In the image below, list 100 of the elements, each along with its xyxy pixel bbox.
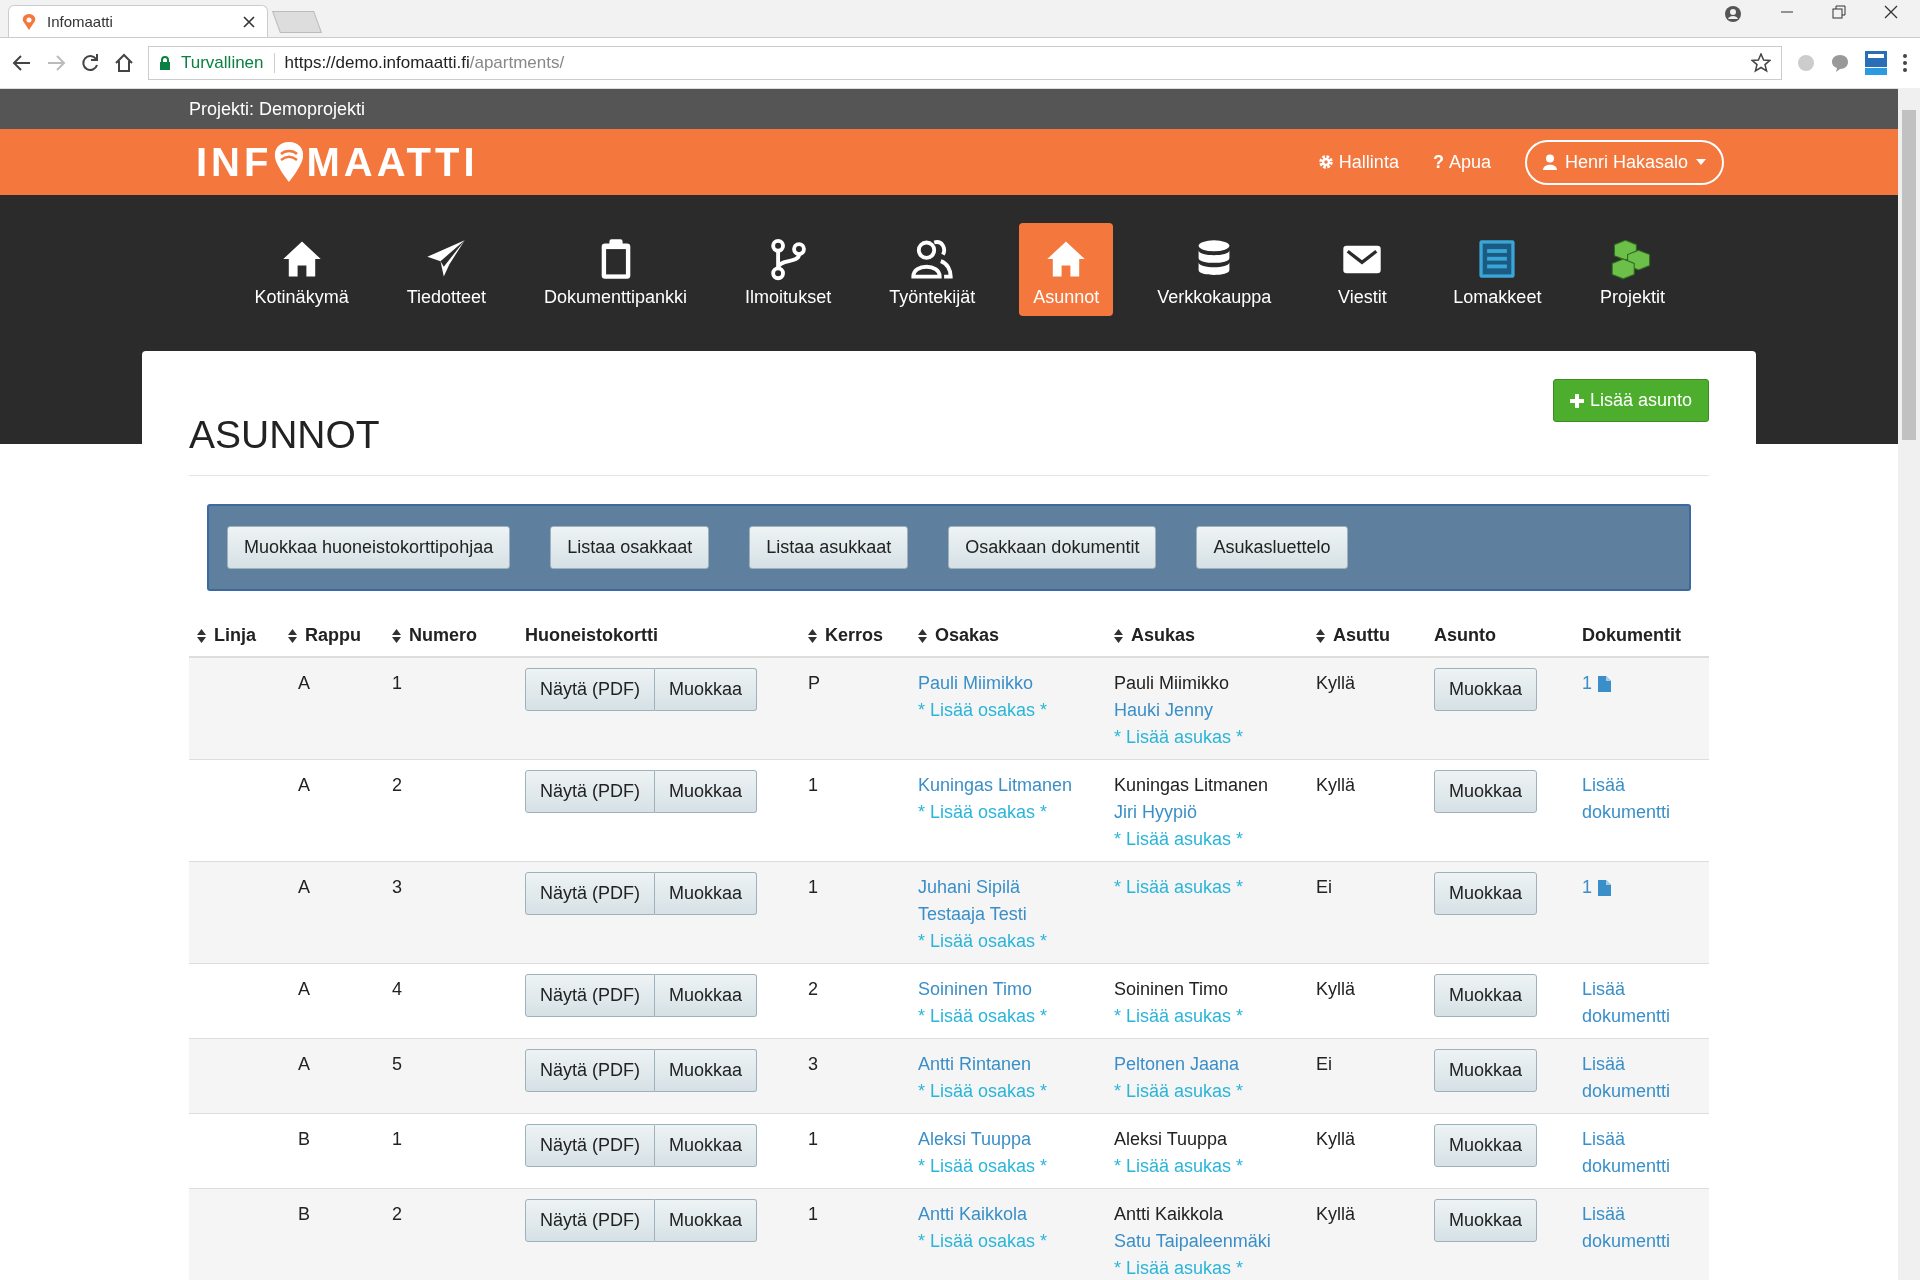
column-header[interactable]: Asuttu	[1333, 625, 1390, 646]
edit-button[interactable]: Muokkaa	[1434, 974, 1538, 1017]
table-cell: 1	[392, 1129, 402, 1149]
back-icon[interactable]	[12, 53, 32, 73]
menu-icon[interactable]	[1902, 53, 1908, 73]
secure-label: Turvallinen	[181, 53, 264, 73]
edit-button[interactable]: Muokkaa	[1434, 872, 1538, 915]
edit-button[interactable]: Muokkaa	[655, 668, 758, 711]
restore-icon[interactable]	[1832, 4, 1846, 19]
table-cell: Kyllä	[1316, 1204, 1355, 1224]
sort-icon[interactable]	[288, 628, 297, 643]
toolbar-button[interactable]: Muokkaa huoneistokorttipohjaa	[227, 526, 511, 569]
sort-icon[interactable]	[197, 628, 206, 643]
nav-item[interactable]: Tiedotteet	[392, 223, 501, 316]
page-title: ASUNNOT	[189, 413, 380, 457]
table-cell-text: B	[297, 1129, 310, 1149]
column-header[interactable]: Numero	[409, 625, 477, 646]
column-header[interactable]: Osakas	[935, 625, 1000, 646]
column-header[interactable]: Linja	[214, 625, 256, 646]
toolbar-button[interactable]: Listaa asukkaat	[749, 526, 909, 569]
edit-button[interactable]: Muokkaa	[655, 1049, 758, 1092]
resident-name: Aleksi Tuuppa	[1114, 1128, 1229, 1151]
table-cell: 1	[808, 1129, 818, 1149]
column-header[interactable]: Kerros	[825, 625, 884, 646]
edit-button[interactable]: Muokkaa	[655, 770, 758, 813]
star-icon[interactable]	[1751, 53, 1771, 73]
sort-icon[interactable]	[808, 628, 817, 643]
table-cell: 3	[392, 877, 402, 897]
speech-bubble-icon[interactable]	[1830, 53, 1850, 73]
table-cell: Ei	[1316, 877, 1332, 897]
table-cell-text: A	[297, 775, 310, 795]
pdf-button[interactable]: Näytä (PDF)	[525, 872, 655, 915]
resident-name: Antti Kaikkola	[1114, 1203, 1225, 1226]
table-cell: 1	[808, 775, 818, 795]
sort-icon[interactable]	[1316, 628, 1325, 643]
owner-link[interactable]: Aleksi Tuuppa	[918, 1126, 1098, 1153]
profile-icon[interactable]	[1724, 4, 1742, 23]
table-cell: 2	[392, 775, 402, 795]
table-cell: P	[808, 673, 820, 693]
table-cell: 5	[392, 1054, 402, 1074]
table-cell-text: A	[297, 673, 310, 693]
nav-item[interactable]: Ilmoitukset	[731, 223, 846, 316]
nav-item[interactable]: Projektit	[1585, 223, 1680, 316]
edit-button[interactable]: Muokkaa	[655, 1124, 758, 1167]
reload-icon[interactable]	[80, 53, 100, 73]
edit-button[interactable]: Muokkaa	[655, 974, 758, 1017]
column-header[interactable]: Rappu	[305, 625, 361, 646]
toolbar-button[interactable]: Asukasluettelo	[1196, 526, 1348, 569]
edit-button[interactable]: Muokkaa	[1434, 1049, 1538, 1092]
sort-icon[interactable]	[918, 628, 927, 643]
add-document-link[interactable]: Lisää dokumentti	[1582, 772, 1694, 826]
edit-button[interactable]: Muokkaa	[1434, 770, 1538, 813]
nav-item[interactable]: Dokumenttipankki	[530, 223, 702, 316]
column-header: Dokumentit	[1582, 625, 1681, 646]
users-icon	[910, 237, 955, 281]
table-cell-text: B	[297, 1204, 310, 1224]
table-cell-text: A	[297, 979, 310, 999]
edit-button[interactable]: Muokkaa	[1434, 1199, 1538, 1242]
address-bar[interactable]: Turvallinen https://demo.infomaatti.fi/apartments/	[148, 46, 1782, 80]
nav-item[interactable]: Viestit	[1315, 223, 1410, 316]
extension-icon[interactable]	[1864, 50, 1888, 76]
resident-link[interactable]: Jiri Hyypiö	[1114, 799, 1300, 826]
close-icon[interactable]	[243, 15, 255, 28]
pdf-button[interactable]: Näytä (PDF)	[525, 974, 655, 1017]
pin-icon	[21, 12, 37, 31]
sort-icon[interactable]	[392, 628, 401, 643]
sort-icon[interactable]	[1114, 628, 1123, 643]
table-cell: 1	[808, 877, 818, 897]
nav-item[interactable]: Työntekijät	[875, 223, 990, 316]
add-document-link[interactable]: Lisää dokumentti	[1582, 976, 1694, 1030]
scrollbar[interactable]	[1898, 88, 1920, 1280]
close-icon[interactable]	[1884, 4, 1898, 19]
owner-link[interactable]: Soininen Timo	[918, 976, 1098, 1003]
pdf-button[interactable]: Näytä (PDF)	[525, 668, 655, 711]
nav-item[interactable]: Kotinäkymä	[240, 223, 363, 316]
nav-item[interactable]: Lomakkeet	[1439, 223, 1556, 316]
column-header: Huoneistokortti	[525, 625, 658, 646]
owner-link[interactable]: Kuningas Litmanen	[918, 772, 1098, 799]
pdf-button[interactable]: Näytä (PDF)	[525, 1199, 655, 1242]
column-header: Asunto	[1434, 625, 1496, 646]
edit-button[interactable]: Muokkaa	[1434, 1124, 1538, 1167]
table-cell-text: A	[297, 1054, 310, 1074]
table-cell: 1	[808, 1204, 818, 1224]
edit-button[interactable]: Muokkaa	[1434, 668, 1538, 711]
project-label: Projekti: Demoprojekti	[189, 98, 366, 120]
resident-name: Kuningas Litmanen	[1114, 774, 1270, 797]
add-document-link[interactable]: Lisää dokumentti	[1582, 1126, 1694, 1180]
pdf-button[interactable]: Näytä (PDF)	[525, 1049, 655, 1092]
home-icon[interactable]	[114, 53, 134, 73]
pdf-button[interactable]: Näytä (PDF)	[525, 1124, 655, 1167]
nav-item[interactable]: Verkkokauppa	[1143, 223, 1286, 316]
browser-tab[interactable]: Infomaatti	[8, 5, 268, 37]
toolbar-button[interactable]: Osakkaan dokumentit	[948, 526, 1157, 569]
column-header[interactable]: Asukas	[1131, 625, 1196, 646]
resident-name: Soininen Timo	[1114, 978, 1230, 1001]
toolbar-button[interactable]: Listaa osakkaat	[550, 526, 710, 569]
pdf-button[interactable]: Näytä (PDF)	[525, 770, 655, 813]
plus-icon	[1569, 393, 1584, 408]
edit-button[interactable]: Muokkaa	[655, 872, 758, 915]
edit-button[interactable]: Muokkaa	[655, 1199, 758, 1242]
